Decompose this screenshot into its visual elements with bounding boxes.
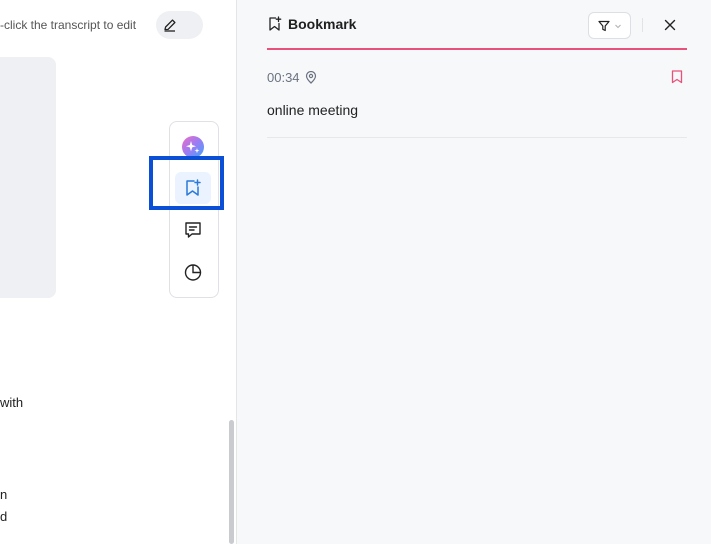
bookmark-add-icon [269,16,282,31]
header-accent-line [267,48,687,50]
pencil-icon [164,19,176,32]
transcript-fragment: with [0,395,24,410]
transcript-pane: -click the transcript to edit with n d [0,0,236,544]
panel-title: Bookmark [288,16,357,32]
close-button[interactable] [660,15,680,35]
bookmark-timestamp: 00:34 [267,70,300,85]
transcript-fragment: n [0,487,8,502]
edit-hint-text: -click the transcript to edit [0,18,137,32]
bookmark-icon [671,70,683,84]
transcript-card [0,57,56,298]
statistics-button[interactable] [175,256,211,288]
close-icon [664,19,676,31]
bookmark-time[interactable]: 00:34 [267,70,317,85]
transcript-fragment: d [0,509,8,524]
filter-button[interactable] [588,12,631,39]
bookmark-entry[interactable]: 00:34 online meeting [267,67,687,138]
location-pin-icon [305,71,316,84]
pie-chart-icon [184,264,202,281]
scrollbar-thumb[interactable] [229,420,234,544]
bookmark-text[interactable]: online meeting [267,102,358,118]
bookmark-toggle[interactable] [671,70,683,89]
panel-header: Bookmark [267,16,356,32]
edit-transcript-button[interactable] [156,11,203,39]
comment-icon [185,222,201,238]
filter-icon [597,20,610,31]
chevron-down-icon [614,24,621,28]
header-separator [642,18,643,32]
comment-button[interactable] [175,214,211,246]
highlight-box [149,156,224,210]
bookmark-panel: Bookmark 00:34 online meeting [237,0,711,544]
